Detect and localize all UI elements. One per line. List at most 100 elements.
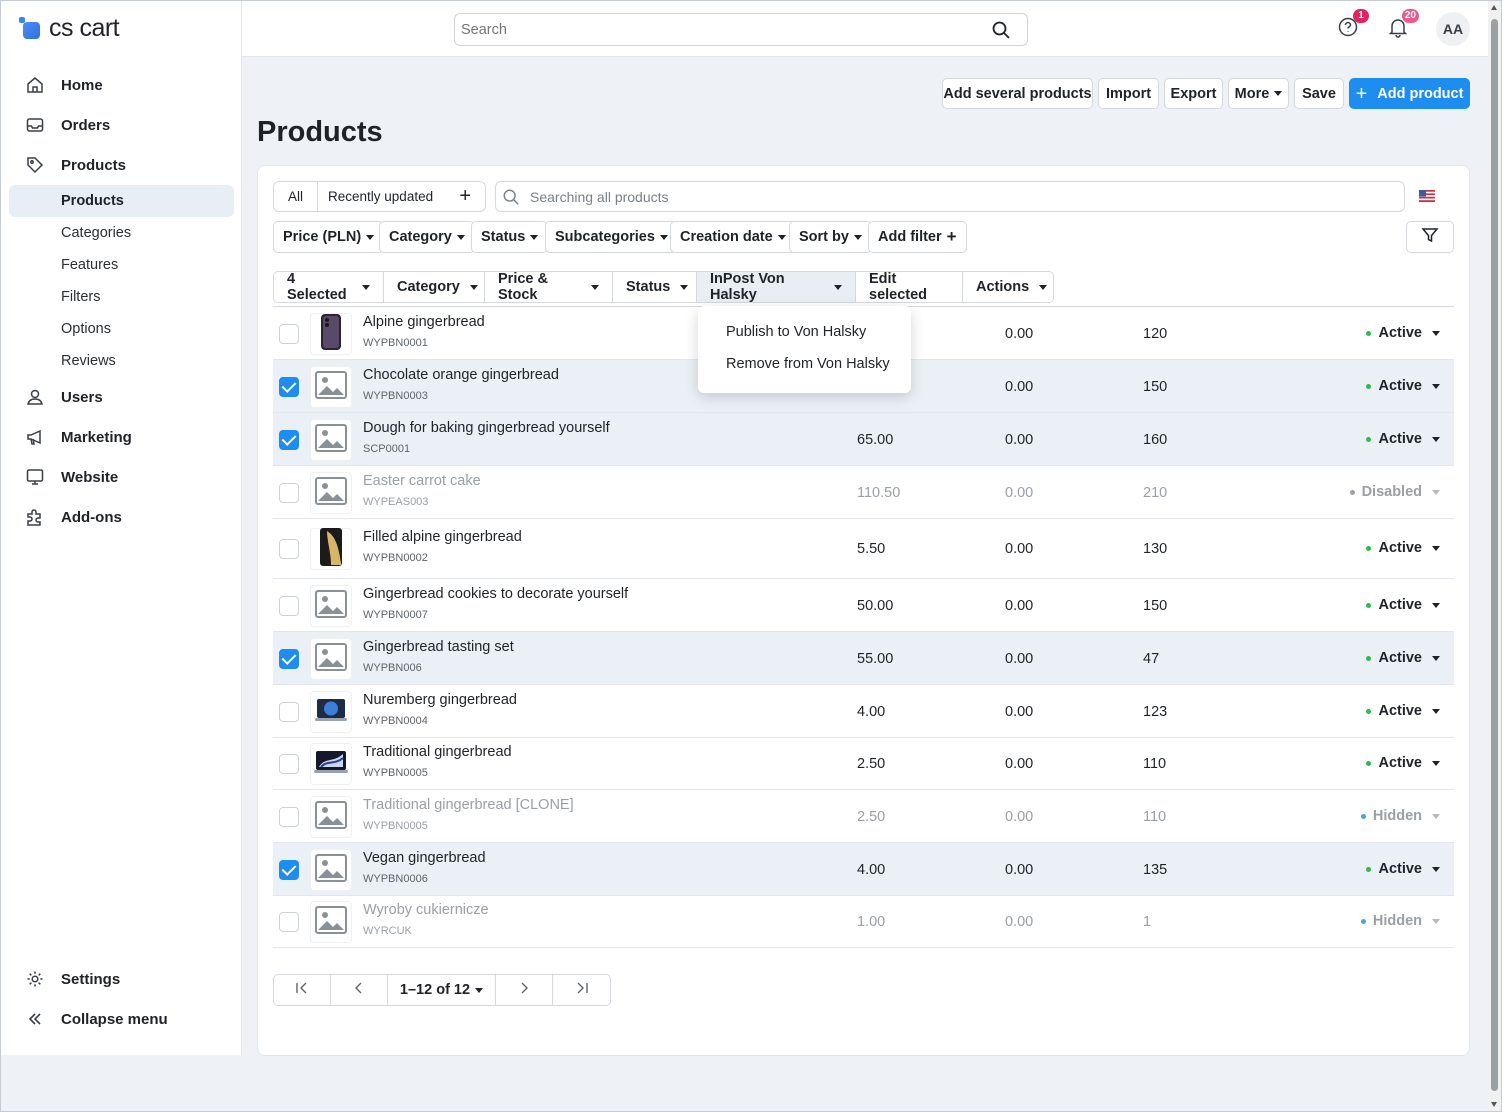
product-quantity[interactable]: 123 [1143, 704, 1167, 720]
product-thumbnail[interactable] [310, 313, 352, 355]
table-row[interactable]: Nuremberg gingerbread WYPBN0004 4.00 0.00 12… [273, 685, 1454, 738]
row-checkbox[interactable] [279, 596, 299, 616]
page-scrollbar[interactable] [1488, 1, 1501, 1111]
row-checkbox[interactable] [279, 539, 299, 559]
bulk-category-dropdown[interactable]: Category [384, 272, 485, 302]
table-row[interactable]: Easter carrot cake WYPEAS003 110.50 0.00 210… [273, 466, 1454, 519]
product-price[interactable]: 110.50 [857, 485, 900, 501]
sidebar-item-users[interactable]: Users [9, 381, 234, 413]
row-checkbox[interactable] [279, 912, 299, 932]
page-range-dropdown[interactable]: 1–12 of 12 [388, 975, 496, 1005]
table-row[interactable]: Gingerbread cookies to decorate yourself… [273, 579, 1454, 632]
product-name-link[interactable]: Filled alpine gingerbread [363, 529, 522, 545]
search-icon[interactable] [991, 20, 1011, 45]
selected-count-dropdown[interactable]: 4 Selected [274, 271, 384, 303]
bulk-actions-dropdown[interactable]: Actions [963, 272, 1053, 302]
table-row[interactable]: Wyroby cukiernicze WYRCUK 1.00 0.00 1 Hidden [273, 896, 1454, 948]
product-list-price[interactable]: 0.00 [1005, 598, 1033, 614]
sidebar-item-marketing[interactable]: Marketing [9, 421, 234, 453]
product-list-price[interactable]: 0.00 [1005, 485, 1033, 501]
status-dropdown[interactable]: Active [1366, 431, 1440, 447]
sidebar-subitem-options[interactable]: Options [9, 313, 234, 345]
scroll-up-icon[interactable] [1491, 5, 1497, 10]
product-quantity[interactable]: 150 [1143, 598, 1167, 614]
bulk-status-dropdown[interactable]: Status [613, 272, 697, 302]
product-thumbnail[interactable] [310, 527, 352, 570]
product-list-price[interactable]: 0.00 [1005, 862, 1033, 878]
product-price[interactable]: 2.50 [857, 809, 885, 825]
status-dropdown[interactable]: Disabled [1349, 484, 1440, 500]
save-button[interactable]: Save [1294, 78, 1344, 109]
row-checkbox[interactable] [279, 483, 299, 503]
scroll-thumb[interactable] [1491, 19, 1498, 1091]
sidebar-item-orders[interactable]: Orders [9, 109, 234, 141]
product-quantity[interactable]: 110 [1143, 756, 1166, 772]
status-dropdown[interactable]: Active [1366, 540, 1440, 556]
product-list-price[interactable]: 0.00 [1005, 809, 1033, 825]
logo[interactable]: cs cart [19, 13, 120, 43]
table-row[interactable]: Gingerbread tasting set WYPBN006 55.00 0.00… [273, 632, 1454, 685]
product-name-link[interactable]: Traditional gingerbread [CLONE] [363, 797, 574, 813]
product-thumbnail[interactable] [310, 691, 352, 733]
status-dropdown[interactable]: Active [1366, 325, 1440, 341]
filter-price[interactable]: Price (PLN) [273, 221, 385, 253]
product-list-price[interactable]: 0.00 [1005, 541, 1033, 557]
add-tab-button[interactable]: + [459, 185, 471, 208]
product-list-price[interactable]: 0.00 [1005, 432, 1033, 448]
sidebar-subitem-features[interactable]: Features [9, 249, 234, 281]
sidebar-item-settings[interactable]: Settings [9, 963, 234, 995]
product-price[interactable]: 5.50 [857, 541, 885, 557]
sidebar-subitem-filters[interactable]: Filters [9, 281, 234, 313]
sidebar-item-website[interactable]: Website [9, 461, 234, 493]
status-dropdown[interactable]: Active [1366, 861, 1440, 877]
add-filter-button[interactable]: Add filter + [868, 221, 967, 253]
product-price[interactable]: 4.00 [857, 862, 885, 878]
sidebar-item-home[interactable]: Home [9, 69, 234, 101]
collapse-menu-button[interactable]: Collapse menu [9, 1003, 234, 1035]
product-price[interactable]: 2.50 [857, 756, 885, 772]
status-dropdown[interactable]: Active [1366, 597, 1440, 613]
remove-from-von-halsky-item[interactable]: Remove from Von Halsky [726, 356, 890, 372]
product-list-price[interactable]: 0.00 [1005, 756, 1033, 772]
product-name-link[interactable]: Alpine gingerbread [363, 314, 485, 330]
product-thumbnail[interactable] [310, 901, 352, 943]
product-thumbnail[interactable] [310, 585, 352, 627]
product-name-link[interactable]: Dough for baking gingerbread yourself [363, 420, 610, 436]
sidebar-item-products[interactable]: Products [9, 149, 234, 181]
status-dropdown[interactable]: Active [1366, 650, 1440, 666]
row-checkbox[interactable] [279, 754, 299, 774]
filter-status[interactable]: Status [471, 221, 549, 253]
filter-sort-by[interactable]: Sort by [789, 221, 872, 253]
filter-category[interactable]: Category [379, 221, 475, 253]
product-quantity[interactable]: 150 [1143, 379, 1167, 395]
row-checkbox[interactable] [279, 430, 299, 450]
product-list-price[interactable]: 0.00 [1005, 704, 1033, 720]
product-price[interactable]: 50.00 [857, 598, 893, 614]
product-thumbnail[interactable] [310, 419, 352, 461]
product-thumbnail[interactable] [310, 796, 352, 838]
row-checkbox[interactable] [279, 807, 299, 827]
product-name-link[interactable]: Easter carrot cake [363, 473, 481, 489]
product-quantity[interactable]: 110 [1143, 809, 1166, 825]
table-row[interactable]: Traditional gingerbread WYPBN0005 2.50 0.00… [273, 738, 1454, 790]
row-checkbox[interactable] [279, 377, 299, 397]
add-several-products-button[interactable]: Add several products [942, 78, 1093, 109]
product-name-link[interactable]: Nuremberg gingerbread [363, 692, 517, 708]
advanced-filter-button[interactable] [1406, 221, 1454, 253]
bulk-price-stock-dropdown[interactable]: Price & Stock [485, 271, 613, 303]
product-quantity[interactable]: 1 [1143, 914, 1151, 930]
product-quantity[interactable]: 210 [1143, 485, 1167, 501]
tab-all[interactable]: All [274, 182, 319, 211]
more-button[interactable]: More [1228, 78, 1289, 109]
prev-page-button[interactable] [331, 975, 388, 1005]
table-row[interactable]: Dough for baking gingerbread yourself SCP… [273, 413, 1454, 466]
product-name-link[interactable]: Gingerbread cookies to decorate yourself [363, 586, 628, 602]
first-page-button[interactable] [274, 975, 331, 1005]
help-button[interactable]: 1 [1335, 9, 1369, 43]
product-quantity[interactable]: 130 [1143, 541, 1167, 557]
row-checkbox[interactable] [279, 324, 299, 344]
product-quantity[interactable]: 160 [1143, 432, 1167, 448]
product-price[interactable]: 4.00 [857, 704, 885, 720]
product-price[interactable]: 65.00 [857, 432, 893, 448]
sidebar-subitem-products[interactable]: Products [9, 185, 234, 217]
